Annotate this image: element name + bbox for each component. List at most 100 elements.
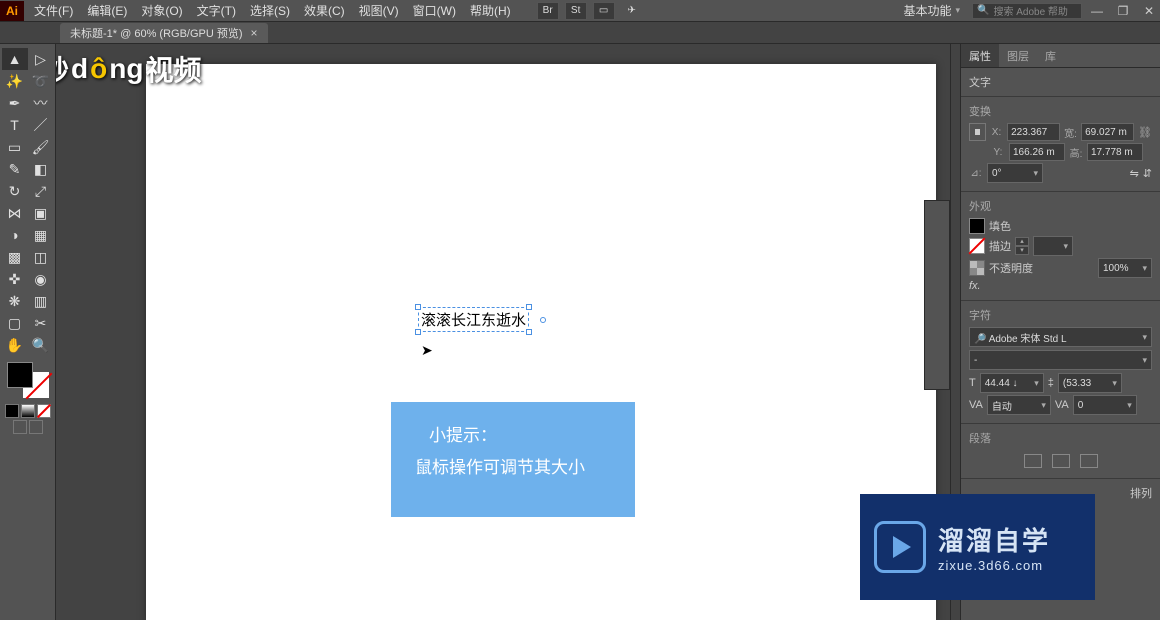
tool-grid: ▲ ▷ ✨ ➰ ✒ 〰 T ／ ▭ 🖌 ✎ ◧ ↻ ⤢ ⋈ ▣ ◑ ▦ ▩ ◫ … — [2, 48, 54, 356]
h-label: 高: — [1069, 145, 1083, 160]
pen-tool[interactable]: ✒ — [2, 92, 28, 114]
handle-bl[interactable] — [415, 329, 421, 335]
stroke-swatch-panel[interactable] — [969, 238, 985, 254]
restore-button[interactable]: ❐ — [1112, 2, 1134, 20]
rectangle-tool[interactable]: ▭ — [2, 136, 28, 158]
leading-value: (53.33 — [1063, 378, 1091, 389]
menu-help[interactable]: 帮助(H) — [464, 0, 517, 22]
align-left-icon[interactable] — [1024, 454, 1042, 468]
flip-v-icon[interactable]: ⇵ — [1143, 167, 1152, 180]
graph-tool[interactable]: ▥ — [28, 290, 54, 312]
fill-swatch-panel[interactable] — [969, 218, 985, 234]
workspace-switcher[interactable]: 基本功能 ▾ — [895, 0, 968, 22]
stock-icon[interactable]: St — [565, 2, 587, 20]
symbol-spray-tool[interactable]: ❋ — [2, 290, 28, 312]
leading-input[interactable]: (53.33▾ — [1058, 373, 1122, 393]
menu-file[interactable]: 文件(F) — [28, 0, 79, 22]
draw-normal-icon[interactable] — [13, 420, 27, 434]
lasso-tool[interactable]: ➰ — [28, 70, 54, 92]
tab-libraries[interactable]: 库 — [1037, 44, 1064, 67]
menubar-icon-group: Br St ▭ ✈ — [537, 2, 643, 20]
text-object[interactable]: 滚滚长江东逝水 — [418, 307, 529, 332]
menu-object[interactable]: 对象(O) — [135, 0, 188, 22]
handle-tr[interactable] — [526, 304, 532, 310]
artboard-tool[interactable]: ▢ — [2, 312, 28, 334]
free-transform-tool[interactable]: ▣ — [28, 202, 54, 224]
screen-mode-icon[interactable] — [29, 420, 43, 434]
panel-tab-row: 属性 图层 库 — [961, 44, 1160, 68]
blend-tool[interactable]: ◉ — [28, 268, 54, 290]
artboard[interactable]: 滚滚长江东逝水 ➤ 小提示： 鼠标操作可调节其大小 — [146, 64, 936, 620]
selection-tool[interactable]: ▲ — [2, 48, 28, 70]
eraser-tool[interactable]: ◧ — [28, 158, 54, 180]
link-wh-icon[interactable]: ⛓ — [1138, 126, 1152, 139]
menu-select[interactable]: 选择(S) — [244, 0, 296, 22]
close-button[interactable]: ✕ — [1138, 2, 1160, 20]
help-search[interactable]: 🔍 搜索 Adobe 帮助 — [972, 3, 1082, 19]
angle-input[interactable]: 0°▾ — [987, 163, 1043, 183]
fill-stroke-control[interactable] — [5, 362, 51, 402]
reference-point[interactable] — [969, 123, 986, 141]
fill-swatch[interactable] — [7, 362, 33, 388]
mesh-tool[interactable]: ▩ — [2, 246, 28, 268]
handle-br[interactable] — [526, 329, 532, 335]
handle-tl[interactable] — [415, 304, 421, 310]
y-input[interactable]: 166.26 m — [1009, 143, 1065, 161]
menu-effect[interactable]: 效果(C) — [298, 0, 351, 22]
perspective-tool[interactable]: ▦ — [28, 224, 54, 246]
document-tab[interactable]: 未标题-1* @ 60% (RGB/GPU 预览) × — [60, 23, 268, 43]
scale-tool[interactable]: ⤢ — [28, 180, 54, 202]
w-input[interactable]: 69.027 m — [1081, 123, 1134, 141]
font-style-select[interactable]: -▾ — [969, 350, 1152, 370]
brush-tool[interactable]: 🖌 — [28, 136, 54, 158]
align-right-icon[interactable] — [1080, 454, 1098, 468]
opacity-input[interactable]: 100%▾ — [1098, 258, 1152, 278]
x-input[interactable]: 223.367 — [1007, 123, 1060, 141]
gradient-tool[interactable]: ◫ — [28, 246, 54, 268]
stroke-weight-input[interactable]: ▾ — [1033, 236, 1073, 256]
font-size-input[interactable]: 44.44 ↓▾ — [980, 373, 1044, 393]
menu-type[interactable]: 文字(T) — [191, 0, 242, 22]
cursor-icon: ➤ — [421, 342, 433, 359]
collapsed-panel-dock[interactable] — [924, 200, 950, 390]
color-mode-solid[interactable] — [5, 404, 19, 418]
tab-properties[interactable]: 属性 — [961, 44, 999, 67]
section-paragraph: 段落 — [961, 424, 1160, 479]
kerning-input[interactable]: 自动▾ — [987, 395, 1051, 415]
stroke-weight-spinner[interactable]: ▴▾ — [1015, 237, 1029, 255]
paragraph-title: 段落 — [969, 430, 1152, 446]
menu-view[interactable]: 视图(V) — [353, 0, 405, 22]
menu-edit[interactable]: 编辑(E) — [81, 0, 133, 22]
hand-tool[interactable]: ✋ — [2, 334, 28, 356]
gpu-icon[interactable]: ✈ — [621, 2, 643, 20]
align-center-icon[interactable] — [1052, 454, 1070, 468]
curvature-tool[interactable]: 〰 — [28, 92, 54, 114]
shaper-tool[interactable]: ✎ — [2, 158, 28, 180]
zoom-tool[interactable]: 🔍 — [28, 334, 54, 356]
color-mode-row — [5, 404, 51, 418]
width-tool[interactable]: ⋈ — [2, 202, 28, 224]
tab-layers[interactable]: 图层 — [999, 44, 1037, 67]
magic-wand-tool[interactable]: ✨ — [2, 70, 28, 92]
bridge-icon[interactable]: Br — [537, 2, 559, 20]
canvas-area[interactable]: 滚滚长江东逝水 ➤ 小提示： 鼠标操作可调节其大小 秒 d ô ng 视频 — [56, 44, 960, 620]
rotate-tool[interactable]: ↻ — [2, 180, 28, 202]
minimize-button[interactable]: — — [1086, 2, 1108, 20]
line-tool[interactable]: ／ — [28, 114, 54, 136]
tab-close-icon[interactable]: × — [251, 26, 258, 40]
slice-tool[interactable]: ✂ — [28, 312, 54, 334]
handle-port[interactable] — [540, 317, 546, 323]
eyedropper-tool[interactable]: ✜ — [2, 268, 28, 290]
shape-builder-tool[interactable]: ◑ — [2, 224, 28, 246]
arrange-icon[interactable]: ▭ — [593, 2, 615, 20]
direct-select-tool[interactable]: ▷ — [28, 48, 54, 70]
menu-window[interactable]: 窗口(W) — [407, 0, 462, 22]
font-family-select[interactable]: 🔎 Adobe 宋体 Std L▾ — [969, 327, 1152, 347]
flip-h-icon[interactable]: ⇋ — [1130, 167, 1139, 180]
fx-button[interactable]: fx. — [969, 280, 981, 292]
type-tool[interactable]: T — [2, 114, 28, 136]
tracking-input[interactable]: 0▾ — [1073, 395, 1137, 415]
color-mode-none[interactable] — [37, 404, 51, 418]
h-input[interactable]: 17.778 m — [1087, 143, 1143, 161]
color-mode-gradient[interactable] — [21, 404, 35, 418]
